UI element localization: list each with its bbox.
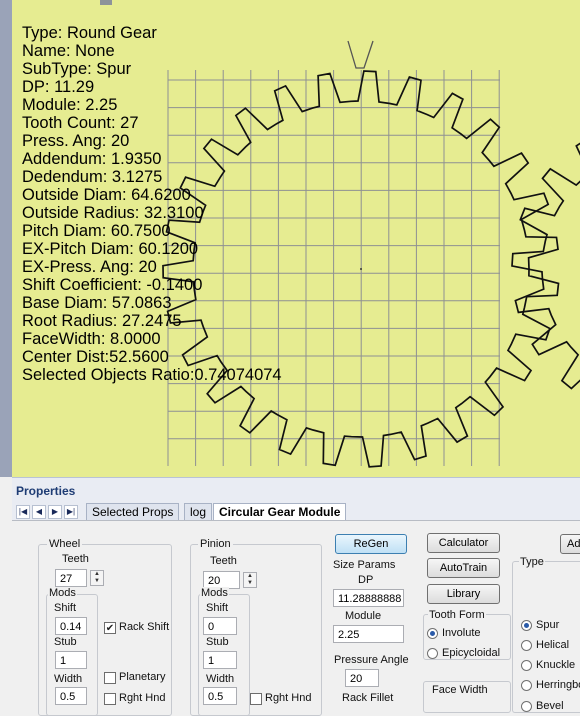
wheel-width-input[interactable]: 0.5 [55,687,87,705]
gear-center-point [360,268,362,270]
epicycloidal-radio[interactable] [427,648,438,659]
pinion-group-label: Pinion [198,538,233,550]
info-line: DP: 11.29 [22,78,95,96]
tab-circular-gear-module[interactable]: Circular Gear Module [213,503,347,521]
info-line: Shift Coefficient: -0.1400 [22,276,203,294]
info-line: Outside Diam: 64.6200 [22,186,191,204]
involute-label: Involute [442,627,481,639]
pinion-shift-label: Shift [206,602,229,614]
info-line: Name: None [22,42,115,60]
type-radio-herringbone[interactable] [521,680,532,691]
type-radio-helical[interactable] [521,640,532,651]
info-line: Tooth Count: 27 [22,114,139,132]
properties-title: Properties [16,484,76,498]
pinion-stub-label: Stub [206,636,229,648]
wheel-teeth-label: Teeth [62,553,89,565]
info-line: Addendum: 1.9350 [22,150,162,168]
pinion-shift-input[interactable]: 0 [203,617,237,635]
type-label-helical: Helical [536,639,570,651]
type-radio-spur[interactable] [521,620,532,631]
pressure-angle-label: Pressure Angle [334,654,409,666]
info-line: Root Radius: 27.2475 [22,312,182,330]
library-button[interactable]: Library [427,584,500,604]
info-line: Type: Round Gear [22,24,157,42]
type-label-knuckle: Knuckle [536,659,576,671]
module-label: Module [345,610,382,622]
wheel-right-hand-label: Rght Hnd [119,692,166,704]
pinion-right-hand-label: Rght Hnd [265,692,312,704]
canvas-area: Type: Round Gear Name: None SubType: Spur D… [0,0,580,477]
tooth-form-label: Tooth Form [428,609,486,621]
last-icon[interactable]: ▶| [64,505,78,519]
info-line: EX-Pitch Diam: 60.1200 [22,240,199,258]
rack-shift-checkbox[interactable]: ✔ [104,622,116,634]
info-line: EX-Press. Ang: 20 [22,258,157,276]
rack-fillet-label: Rack Fillet [342,692,394,704]
wheel-shift-input[interactable]: 0.14 [55,617,87,635]
info-line: Module: 2.25 [22,96,118,114]
wheel-stub-input[interactable]: 1 [55,651,87,669]
info-line: Pitch Diam: 60.7500 [22,222,171,240]
regen-button[interactable]: ReGen [335,534,407,554]
info-line: Selected Objects Ratio:0.74074074 [22,366,282,384]
pinion-mods-label: Mods [200,587,229,599]
pinion-right-hand-checkbox[interactable] [250,693,262,705]
autotrain-button[interactable]: AutoTrain [427,558,500,578]
dp-input[interactable]: 11.28888888 [333,589,404,607]
pinion-teeth-label: Teeth [210,555,237,567]
first-icon[interactable]: |◀ [16,505,30,519]
pinion-width-label: Width [206,673,235,685]
size-params-label: Size Params [333,559,396,571]
involute-radio[interactable] [427,628,438,639]
add-button[interactable]: Add [560,534,580,554]
type-group-label: Type [519,556,545,568]
info-line: Base Diam: 57.0863 [22,294,172,312]
wheel-shift-label: Shift [54,602,77,614]
face-width-label: Face Width [432,684,488,696]
wheel-teeth-spinner[interactable]: ▲ ▼ [90,570,104,586]
pressure-angle-input[interactable]: 20 [345,669,379,687]
top-tooth-marker [347,40,374,69]
wheel-teeth-input[interactable]: 27 [55,569,87,587]
wheel-width-label: Width [54,673,83,685]
info-line: SubType: Spur [22,60,132,78]
tab-selected-props[interactable]: Selected Props [86,503,180,520]
info-line: FaceWidth: 8.0000 [22,330,161,348]
gear-canvas[interactable]: Type: Round Gear Name: None SubType: Spur D… [12,0,580,477]
info-line: Outside Radius: 32.3100 [22,204,204,222]
type-label-herringbone: Herringbone [536,679,580,691]
type-label-spur: Spur [536,619,560,631]
dp-label: DP [358,574,374,586]
pinion-stub-input[interactable]: 1 [203,651,237,669]
properties-panel: Properties |◀ ◀ ▶ ▶| Selected Props log … [12,477,580,716]
gear-info-text: Type: Round Gear Name: None SubType: Spur D… [22,24,282,384]
wheel-group-label: Wheel [47,538,83,550]
module-input[interactable]: 2.25 [333,625,404,643]
type-label-bevel: Bevel [536,700,564,712]
next-icon[interactable]: ▶ [48,505,62,519]
wheel-stub-label: Stub [54,636,77,648]
tab-log[interactable]: log [184,503,213,520]
pinion-width-input[interactable]: 0.5 [203,687,237,705]
planetary-label: Planetary [119,671,166,683]
info-line: Dedendum: 3.1275 [22,168,163,186]
pinion-gear-outline [511,142,580,390]
epicycloidal-label: Epicycloidal [442,647,501,659]
info-line: Center Dist:52.5600 [22,348,169,366]
planetary-checkbox[interactable] [104,672,116,684]
pinion-teeth-spinner[interactable]: ▲ ▼ [243,572,257,588]
wheel-right-hand-checkbox[interactable] [104,693,116,705]
info-line: Press. Ang: 20 [22,132,130,150]
prev-icon[interactable]: ◀ [32,505,46,519]
wheel-mods-label: Mods [48,587,77,599]
rack-shift-label: Rack Shift [119,621,170,633]
circular-gear-module-panel: Wheel Teeth 27 ▲ ▼ Mods Shift 0.14 Stub 1… [12,520,580,716]
type-radio-knuckle[interactable] [521,660,532,671]
calculator-button[interactable]: Calculator [427,533,500,553]
